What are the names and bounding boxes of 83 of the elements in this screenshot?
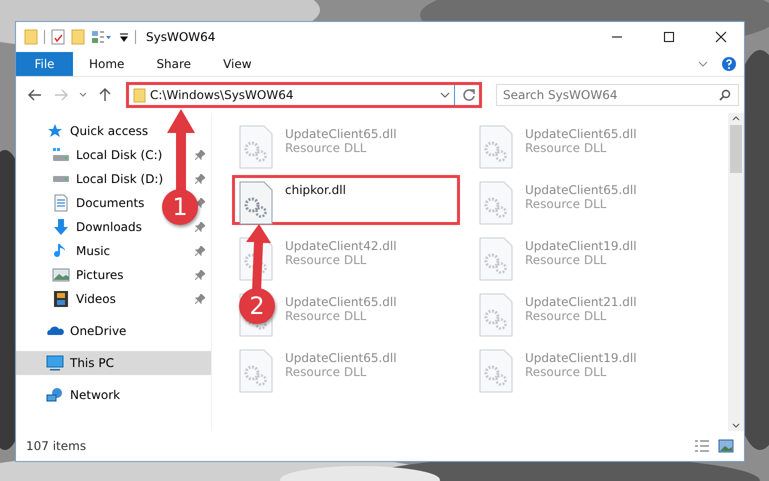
search-icon[interactable] [719, 89, 731, 101]
dll-file-icon [479, 181, 513, 225]
nav-item[interactable]: This PC [16, 351, 211, 375]
download-icon [52, 218, 70, 236]
close-icon [715, 31, 727, 43]
file-type: Resource DLL [525, 309, 608, 323]
ribbon-tab[interactable]: View [207, 52, 268, 76]
view-options-icon[interactable] [91, 29, 113, 45]
address-bar[interactable]: C:\Windows\SysWOW64 [126, 82, 482, 108]
network-icon [46, 386, 64, 404]
pin-icon[interactable] [195, 222, 205, 232]
dll-file-icon [479, 349, 513, 393]
file-type: Resource DLL [525, 365, 608, 379]
dropdown-icon[interactable] [440, 91, 450, 99]
nav-item[interactable]: Downloads [52, 218, 142, 236]
nav-item[interactable]: Music [52, 242, 110, 260]
address-field[interactable]: C:\Windows\SysWOW64 [150, 88, 436, 102]
ribbon-tab[interactable]: Share [140, 52, 208, 76]
document-icon [52, 194, 70, 212]
pin-icon[interactable] [195, 270, 205, 280]
monitor-icon [46, 354, 64, 372]
chevron-down-icon [79, 92, 87, 98]
window-title: SysWOW64 [146, 30, 216, 44]
nav-item[interactable]: Pictures [52, 266, 124, 284]
up-arrow-icon [99, 88, 111, 102]
nav-item[interactable]: Network [46, 386, 120, 404]
file-type: Resource DLL [525, 253, 608, 267]
dll-file-icon [479, 237, 513, 281]
file-type: Resource DLL [525, 141, 608, 155]
file-name: UpdateClient65.dll [285, 295, 397, 309]
details-view-icon[interactable] [694, 439, 710, 453]
scrollbar-thumb[interactable] [730, 125, 742, 173]
nav-item[interactable]: Documents [52, 194, 144, 212]
folder-icon [133, 88, 146, 102]
large-icons-view-icon[interactable] [718, 439, 734, 453]
cloud-icon [46, 326, 64, 336]
file-menu-tab[interactable]: File [16, 52, 73, 76]
help-icon[interactable] [722, 57, 736, 71]
star-icon [46, 122, 64, 140]
file-type: Resource DLL [285, 309, 368, 323]
dll-file-icon [239, 349, 273, 393]
file-type: Resource DLL [285, 253, 368, 267]
pin-icon[interactable] [195, 198, 205, 208]
scrollbar[interactable] [728, 113, 744, 431]
back-arrow-icon [28, 89, 42, 101]
nav-item[interactable]: Local Disk (D:) [52, 172, 164, 186]
maximize-icon [663, 31, 675, 43]
dll-file-icon [239, 125, 273, 169]
file-name: UpdateClient65.dll [285, 351, 397, 365]
file-name: chipkor.dll [285, 183, 346, 197]
file-name: UpdateClient21.dll [525, 295, 637, 309]
expand-ribbon-icon[interactable] [698, 60, 708, 68]
pin-icon[interactable] [195, 150, 205, 160]
file-name: UpdateClient65.dll [285, 127, 397, 141]
film-icon [52, 290, 70, 308]
search-field[interactable]: Search SysWOW64 [496, 84, 739, 106]
pin-icon[interactable] [195, 294, 205, 304]
file-name: UpdateClient19.dll [525, 351, 637, 365]
file-type: Resource DLL [285, 141, 368, 155]
nav-item[interactable]: Quick access [46, 122, 148, 140]
file-type: Resource DLL [525, 197, 608, 211]
file-name: UpdateClient42.dll [285, 239, 397, 253]
nav-item[interactable]: Videos [52, 290, 116, 308]
item-count: 107 items [26, 439, 88, 453]
pin-icon[interactable] [195, 246, 205, 256]
drive-icon [52, 148, 70, 162]
properties-icon[interactable] [51, 29, 65, 45]
file-item[interactable]: chipkor.dll [232, 175, 460, 225]
pin-icon[interactable] [195, 174, 205, 184]
file-name: UpdateClient65.dll [525, 183, 637, 197]
picture-icon [52, 266, 70, 284]
nav-item[interactable]: OneDrive [46, 324, 126, 338]
file-name: UpdateClient19.dll [525, 239, 637, 253]
nav-item[interactable]: Local Disk (C:) [52, 148, 162, 162]
minimize-icon [611, 36, 623, 38]
file-name: UpdateClient65.dll [525, 127, 637, 141]
drive-icon [52, 175, 70, 183]
file-type: Resource DLL [285, 365, 368, 379]
dll-file-icon [239, 181, 273, 225]
forward-arrow-icon [54, 89, 68, 101]
dll-file-icon [479, 293, 513, 337]
dll-file-icon [479, 125, 513, 169]
ribbon-tab[interactable]: Home [73, 52, 140, 76]
